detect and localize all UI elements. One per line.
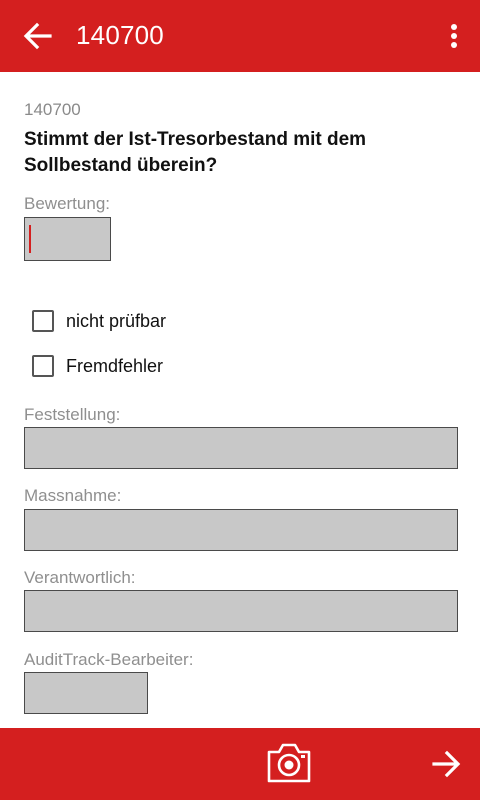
app-bar: 140700 bbox=[0, 0, 480, 72]
arrow-left-icon bbox=[23, 22, 52, 50]
nicht-pruefbar-checkbox[interactable] bbox=[32, 310, 54, 332]
bewertung-label: Bewertung: bbox=[24, 194, 110, 213]
verantwortlich-label: Verantwortlich: bbox=[24, 568, 136, 587]
form-content: 140700 Stimmt der Ist-Tresorbestand mit … bbox=[0, 72, 480, 728]
back-button[interactable] bbox=[18, 16, 58, 56]
fremdfehler-checkbox[interactable] bbox=[32, 355, 54, 377]
text-cursor bbox=[29, 225, 31, 253]
page-title: 140700 bbox=[76, 20, 164, 50]
overflow-menu-button[interactable] bbox=[442, 16, 466, 56]
nicht-pruefbar-checkbox-row[interactable]: nicht prüfbar bbox=[32, 306, 166, 336]
fremdfehler-checkbox-row[interactable]: Fremdfehler bbox=[32, 351, 163, 381]
item-number: 140700 bbox=[24, 100, 81, 119]
feststellung-label: Feststellung: bbox=[24, 405, 121, 424]
fremdfehler-label: Fremdfehler bbox=[66, 355, 164, 376]
bearbeiter-label: AuditTrack-Bearbeiter: bbox=[24, 650, 194, 669]
massnahme-input[interactable] bbox=[24, 509, 458, 551]
verantwortlich-input[interactable] bbox=[24, 590, 458, 632]
next-button[interactable] bbox=[426, 744, 466, 784]
massnahme-label: Massnahme: bbox=[24, 486, 122, 505]
bottom-bar bbox=[0, 728, 480, 800]
question-text: Stimmt der Ist-Tresorbestand mit dem Sol… bbox=[24, 129, 367, 176]
feststellung-input[interactable] bbox=[24, 427, 458, 469]
bewertung-input[interactable] bbox=[24, 217, 111, 261]
more-vertical-icon bbox=[451, 24, 457, 48]
bearbeiter-input[interactable] bbox=[24, 672, 148, 714]
arrow-right-icon bbox=[432, 750, 461, 778]
camera-button[interactable] bbox=[264, 740, 314, 786]
camera-icon bbox=[267, 743, 311, 783]
nicht-pruefbar-label: nicht prüfbar bbox=[66, 310, 167, 331]
